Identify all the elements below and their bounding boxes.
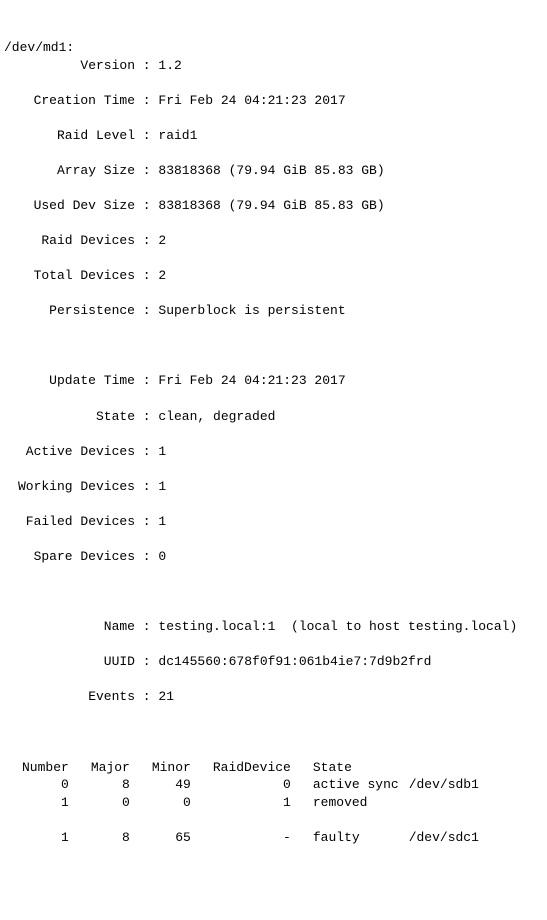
row-value: Superblock is persistent: [158, 303, 345, 318]
row-value: 1: [158, 479, 166, 494]
row-value: 1: [158, 444, 166, 459]
row-value: 2: [158, 233, 166, 248]
table-row: 1 8 65 - faulty /dev/sdc1: [22, 829, 489, 847]
cell-minor: 0: [152, 794, 213, 812]
cell-number: 1: [22, 794, 91, 812]
row-label: Update Time: [4, 372, 135, 390]
row-label: Active Devices: [4, 443, 135, 461]
detail-row: Creation Time : Fri Feb 24 04:21:23 2017: [4, 92, 543, 110]
row-value: 83818368 (79.94 GiB 85.83 GB): [158, 198, 384, 213]
row-label: Persistence: [4, 302, 135, 320]
row-label: State: [4, 408, 135, 426]
row-value: clean, degraded: [158, 409, 275, 424]
detail-row: Update Time : Fri Feb 24 04:21:23 2017: [4, 372, 543, 390]
detail-row: Persistence : Superblock is persistent: [4, 302, 543, 320]
row-value: testing.local:1 (local to host testing.l…: [158, 619, 517, 634]
cell-state: active sync: [313, 776, 409, 794]
detail-row: Events : 21: [4, 688, 543, 706]
row-value: dc145560:678f0f91:061b4ie7:7d9b2frd: [158, 654, 431, 669]
row-value: 21: [158, 689, 174, 704]
detail-row: Used Dev Size : 83818368 (79.94 GiB 85.8…: [4, 197, 543, 215]
row-label: Used Dev Size: [4, 197, 135, 215]
col-number: Number: [22, 759, 91, 777]
cell-device: /dev/sdc1: [409, 829, 489, 847]
cell-state: faulty: [313, 829, 409, 847]
row-label: Spare Devices: [4, 548, 135, 566]
mdadm-output: /dev/md1: Version : 1.2 Creation Time : …: [4, 39, 543, 864]
cell-device: [409, 794, 489, 812]
blank-row: [4, 337, 543, 355]
row-label: Array Size: [4, 162, 135, 180]
row-value: 1.2: [158, 58, 181, 73]
row-label: Events: [4, 688, 135, 706]
row-value: Fri Feb 24 04:21:23 2017: [158, 373, 345, 388]
detail-row: Version : 1.2: [4, 57, 543, 75]
table-header-row: Number Major Minor RaidDevice State: [22, 759, 489, 777]
detail-row: Total Devices : 2: [4, 267, 543, 285]
col-minor: Minor: [152, 759, 213, 777]
row-value: 83818368 (79.94 GiB 85.83 GB): [158, 163, 384, 178]
table-row: 1 0 0 1 removed: [22, 794, 489, 812]
col-device: [409, 759, 489, 777]
row-value: 0: [158, 549, 166, 564]
row-value: 1: [158, 514, 166, 529]
col-raiddevice: RaidDevice: [213, 759, 313, 777]
row-label: Failed Devices: [4, 513, 135, 531]
row-value: raid1: [158, 128, 197, 143]
detail-row: Name : testing.local:1 (local to host te…: [4, 618, 543, 636]
table-row-blank: [22, 811, 489, 829]
cell-minor: 65: [152, 829, 213, 847]
table-row: 0 8 49 0 active sync /dev/sdb1: [22, 776, 489, 794]
row-label: Working Devices: [4, 478, 135, 496]
row-label: Raid Devices: [4, 232, 135, 250]
detail-row: Failed Devices : 1: [4, 513, 543, 531]
cell-minor: 49: [152, 776, 213, 794]
detail-row: State : clean, degraded: [4, 408, 543, 426]
cell-state: removed: [313, 794, 409, 812]
cell-raiddevice: 1: [213, 794, 313, 812]
cell-raiddevice: 0: [213, 776, 313, 794]
row-label: Total Devices: [4, 267, 135, 285]
row-label: UUID: [4, 653, 135, 671]
device-header: /dev/md1:: [4, 40, 74, 55]
device-table: Number Major Minor RaidDevice State 0 8 …: [22, 759, 489, 847]
cell-major: 8: [91, 829, 152, 847]
row-label: Creation Time: [4, 92, 135, 110]
cell-number: 0: [22, 776, 91, 794]
cell-device: /dev/sdb1: [409, 776, 489, 794]
cell-major: 0: [91, 794, 152, 812]
row-label: Raid Level: [4, 127, 135, 145]
detail-row: Raid Level : raid1: [4, 127, 543, 145]
cell-number: 1: [22, 829, 91, 847]
detail-row: Array Size : 83818368 (79.94 GiB 85.83 G…: [4, 162, 543, 180]
detail-row: Raid Devices : 2: [4, 232, 543, 250]
detail-row: Active Devices : 1: [4, 443, 543, 461]
blank-row: [4, 583, 543, 601]
blank-row: [4, 723, 543, 741]
row-value: Fri Feb 24 04:21:23 2017: [158, 93, 345, 108]
col-major: Major: [91, 759, 152, 777]
cell-raiddevice: -: [213, 829, 313, 847]
row-label: Version: [4, 57, 135, 75]
detail-row: Spare Devices : 0: [4, 548, 543, 566]
row-label: Name: [4, 618, 135, 636]
detail-row: Working Devices : 1: [4, 478, 543, 496]
row-value: 2: [158, 268, 166, 283]
cell-major: 8: [91, 776, 152, 794]
detail-row: UUID : dc145560:678f0f91:061b4ie7:7d9b2f…: [4, 653, 543, 671]
col-state: State: [313, 759, 409, 777]
